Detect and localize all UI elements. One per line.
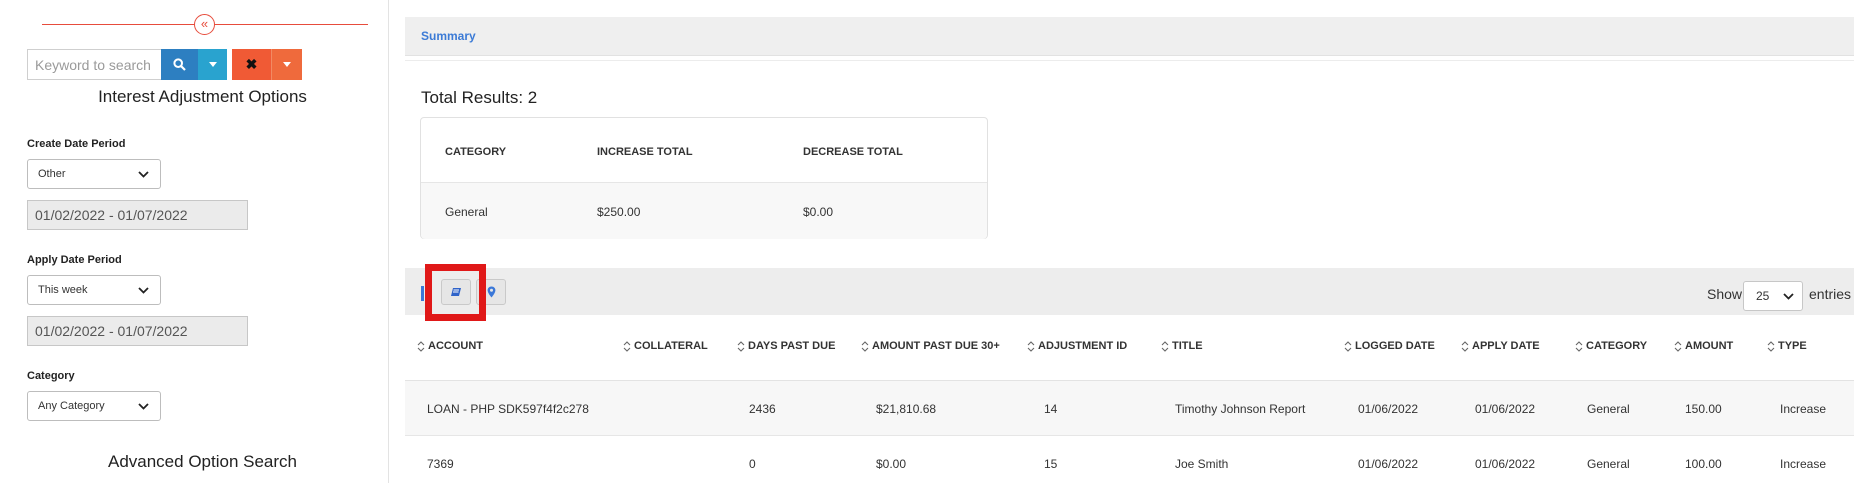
entries-label: entries: [1809, 286, 1852, 302]
summary-header-category: CATEGORY: [445, 146, 507, 158]
sort-icon: [1767, 340, 1775, 352]
cell-adjustment-id: 14: [1044, 402, 1058, 416]
options-heading: Interest Adjustment Options: [98, 87, 307, 106]
sort-icon: [1461, 340, 1469, 352]
cell-category: General: [1587, 457, 1630, 471]
column-header-amount-past-due-30[interactable]: AMOUNT PAST DUE 30+: [861, 340, 1000, 352]
summary-row: [421, 183, 987, 239]
map-marker-icon: [487, 286, 495, 298]
table-row[interactable]: [405, 381, 1854, 435]
summary-tab-bar: Summary: [405, 17, 1854, 56]
cell-amount: 150.00: [1685, 402, 1722, 416]
cell-adjustment-id: 15: [1044, 457, 1058, 471]
sort-icon: [1161, 340, 1169, 352]
apply-date-period-value: This week: [38, 284, 88, 296]
sort-icon: [1027, 340, 1035, 352]
sort-icon: [1344, 340, 1352, 352]
keyword-search-input[interactable]: [27, 49, 161, 80]
sort-icon: [1575, 340, 1583, 352]
cell-logged-date: 01/06/2022: [1358, 402, 1419, 416]
column-header-days-past-due[interactable]: DAYS PAST DUE: [737, 340, 835, 352]
close-icon: ✖: [245, 56, 258, 72]
cell-amount: 100.00: [1685, 457, 1722, 471]
category-select[interactable]: Any Category: [27, 391, 161, 421]
chevron-down-icon: [1783, 290, 1795, 302]
sort-icon: [1674, 340, 1682, 352]
cell-amount-past-due: $21,810.68: [876, 402, 937, 416]
summary-cell-category: General: [445, 205, 488, 219]
create-date-period-label: Create Date Period: [27, 138, 126, 150]
sidebar: « ✖ Interest Adjustment Options Create D…: [0, 0, 389, 483]
summary-totals-card: CATEGORY INCREASE TOTAL DECREASE TOTAL G…: [420, 117, 988, 239]
show-entries-label: Show: [1707, 286, 1743, 302]
highlight-annotation-box: [425, 264, 486, 321]
sort-icon: [623, 340, 631, 352]
toolbar-accent-mark: [421, 286, 424, 301]
main-content: Summary Total Results: 2 CATEGORY INCREA…: [405, 0, 1867, 483]
chevron-down-icon: [138, 168, 150, 180]
cell-logged-date: 01/06/2022: [1358, 457, 1419, 471]
cell-title: Timothy Johnson Report: [1175, 402, 1306, 416]
cell-apply-date: 01/06/2022: [1475, 457, 1536, 471]
cell-days-past-due: 2436: [749, 402, 776, 416]
category-label: Category: [27, 370, 75, 382]
column-header-collateral[interactable]: COLLATERAL: [623, 340, 708, 352]
sort-icon: [861, 340, 869, 352]
table-toolbar: [405, 268, 1854, 315]
clear-search-button[interactable]: ✖: [232, 49, 271, 80]
cell-type: Increase: [1780, 402, 1827, 416]
sort-icon: [737, 340, 745, 352]
summary-cell-increase-total: $250.00: [597, 205, 641, 219]
column-header-amount[interactable]: AMOUNT: [1674, 340, 1733, 352]
cell-account[interactable]: LOAN - PHP SDK597f4f2c278: [427, 402, 589, 416]
caret-down-icon: [283, 62, 291, 67]
search-icon: [173, 58, 186, 71]
clear-options-dropdown-button[interactable]: [271, 49, 302, 80]
search-options-dropdown-button[interactable]: [198, 49, 227, 80]
cell-amount-past-due: $0.00: [876, 457, 907, 471]
cell-account[interactable]: 7369: [427, 457, 454, 471]
summary-header-decrease-total: DECREASE TOTAL: [803, 146, 903, 158]
tab-summary[interactable]: Summary: [421, 29, 476, 43]
cell-days-past-due: 0: [749, 457, 756, 471]
apply-date-period-select[interactable]: This week: [27, 275, 161, 305]
search-bar: ✖: [27, 49, 302, 80]
table-row-divider: [405, 435, 1854, 436]
column-header-account[interactable]: ACCOUNT: [417, 340, 483, 352]
create-date-range-field[interactable]: 01/02/2022 - 01/07/2022: [27, 200, 248, 230]
collapse-sidebar-icon[interactable]: «: [194, 14, 215, 35]
section-divider: [405, 60, 1854, 61]
cell-category: General: [1587, 402, 1630, 416]
apply-date-range-field[interactable]: 01/02/2022 - 01/07/2022: [27, 316, 248, 346]
sort-icon: [417, 340, 425, 352]
caret-down-icon: [208, 62, 217, 67]
entries-per-page-value: 25: [1756, 289, 1770, 303]
chevron-down-icon: [138, 400, 150, 412]
total-results: Total Results: 2: [421, 88, 538, 107]
column-header-apply-date[interactable]: APPLY DATE: [1461, 340, 1540, 352]
chevron-down-icon: [138, 284, 150, 296]
cell-apply-date: 01/06/2022: [1475, 402, 1536, 416]
search-button[interactable]: [161, 49, 198, 80]
column-header-category[interactable]: CATEGORY: [1575, 340, 1647, 352]
create-date-period-value: Other: [38, 168, 66, 180]
column-header-title[interactable]: TITLE: [1161, 340, 1203, 352]
advanced-option-search-heading[interactable]: Advanced Option Search: [0, 452, 405, 472]
summary-cell-decrease-total: $0.00: [803, 205, 834, 219]
cell-title: Joe Smith: [1175, 457, 1229, 471]
create-date-period-select[interactable]: Other: [27, 159, 161, 189]
column-header-logged-date[interactable]: LOGGED DATE: [1344, 340, 1435, 352]
category-value: Any Category: [38, 400, 105, 412]
apply-date-period-label: Apply Date Period: [27, 254, 122, 266]
cell-type: Increase: [1780, 457, 1827, 471]
summary-header-increase-total: INCREASE TOTAL: [597, 146, 693, 158]
entries-per-page-select[interactable]: 25: [1743, 281, 1803, 311]
column-header-type[interactable]: TYPE: [1767, 340, 1807, 352]
column-header-adjustment-id[interactable]: ADJUSTMENT ID: [1027, 340, 1127, 352]
